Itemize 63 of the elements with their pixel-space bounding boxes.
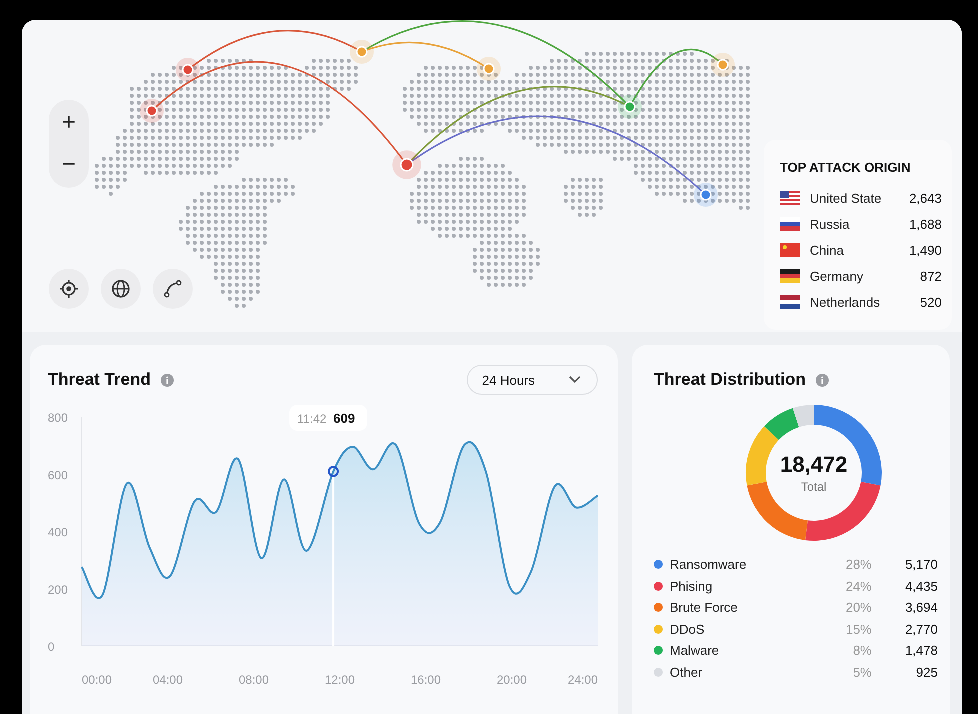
target-icon bbox=[59, 279, 79, 299]
card-title: Threat Trend bbox=[48, 370, 151, 390]
axis-label: 0 bbox=[48, 640, 55, 654]
range-dropdown[interactable]: 24 Hours bbox=[467, 365, 598, 395]
zoom-in-button[interactable]: + bbox=[49, 104, 89, 142]
legend-label: Other bbox=[670, 664, 704, 680]
chevron-down-icon bbox=[569, 376, 581, 384]
attack-count: 2,643 bbox=[909, 190, 942, 206]
legend-percent: 28% bbox=[844, 557, 872, 572]
flag-icon bbox=[780, 269, 800, 283]
card-title: TOP ATTACK ORIGIN bbox=[780, 160, 912, 175]
axis-label: 12:00 bbox=[324, 673, 356, 687]
legend-label: Brute Force bbox=[670, 600, 739, 616]
globe-icon bbox=[111, 279, 131, 299]
legend-count: 3,694 bbox=[904, 600, 938, 616]
route-icon bbox=[163, 279, 183, 299]
zoom-out-button[interactable]: − bbox=[49, 146, 89, 184]
legend-percent: 24% bbox=[844, 578, 872, 594]
axis-label: 16:00 bbox=[410, 673, 442, 687]
legend-label: Malware bbox=[670, 643, 720, 658]
legend-percent: 15% bbox=[844, 622, 872, 637]
attack-count: 520 bbox=[920, 294, 942, 310]
legend-percent: 8% bbox=[852, 643, 872, 658]
legend-percent: 5% bbox=[852, 664, 872, 680]
legend-count: 1,478 bbox=[904, 643, 938, 658]
flag-icon bbox=[780, 243, 800, 257]
tooltip-time: 11:42 bbox=[298, 412, 327, 426]
legend-count: 4,435 bbox=[904, 578, 938, 594]
country-name: Germany bbox=[810, 268, 864, 284]
axis-label: 800 bbox=[48, 411, 68, 425]
axis-label: 20:00 bbox=[496, 673, 528, 687]
axis-label: 200 bbox=[48, 582, 68, 597]
country-name: China bbox=[810, 242, 845, 258]
attack-count: 1,688 bbox=[909, 216, 942, 232]
globe-button[interactable] bbox=[101, 269, 141, 309]
legend-label: Phising bbox=[670, 578, 714, 594]
locate-button[interactable] bbox=[49, 269, 89, 309]
legend-label: DDoS bbox=[670, 622, 706, 637]
legend-count: 5,170 bbox=[904, 557, 938, 572]
flag-icon bbox=[780, 295, 800, 309]
info-icon bbox=[160, 374, 174, 386]
total-value: 18,472 bbox=[780, 452, 848, 478]
axis-label: 00:00 bbox=[82, 673, 112, 687]
country-name: Netherlands bbox=[810, 294, 882, 310]
attack-count: 1,490 bbox=[909, 242, 942, 258]
axis-label: 04:00 bbox=[152, 673, 184, 687]
legend-percent: 20% bbox=[844, 600, 872, 616]
attack-count: 872 bbox=[920, 268, 942, 284]
legend-count: 2,770 bbox=[904, 622, 938, 637]
card-title: Threat Distribution bbox=[654, 370, 806, 390]
route-button[interactable] bbox=[153, 269, 193, 309]
legend-count: 925 bbox=[915, 664, 938, 680]
axis-label: 600 bbox=[48, 468, 68, 482]
axis-label: 400 bbox=[48, 526, 68, 540]
country-name: Russia bbox=[810, 216, 851, 232]
flag-icon bbox=[780, 191, 800, 205]
tooltip-value: 609 bbox=[334, 411, 356, 426]
info-icon bbox=[816, 374, 830, 386]
legend-label: Ransomware bbox=[670, 557, 748, 572]
country-name: United State bbox=[810, 190, 883, 206]
axis-label: 24:00 bbox=[568, 673, 598, 687]
total-label: Total bbox=[801, 480, 827, 494]
axis-label: 08:00 bbox=[238, 673, 270, 687]
